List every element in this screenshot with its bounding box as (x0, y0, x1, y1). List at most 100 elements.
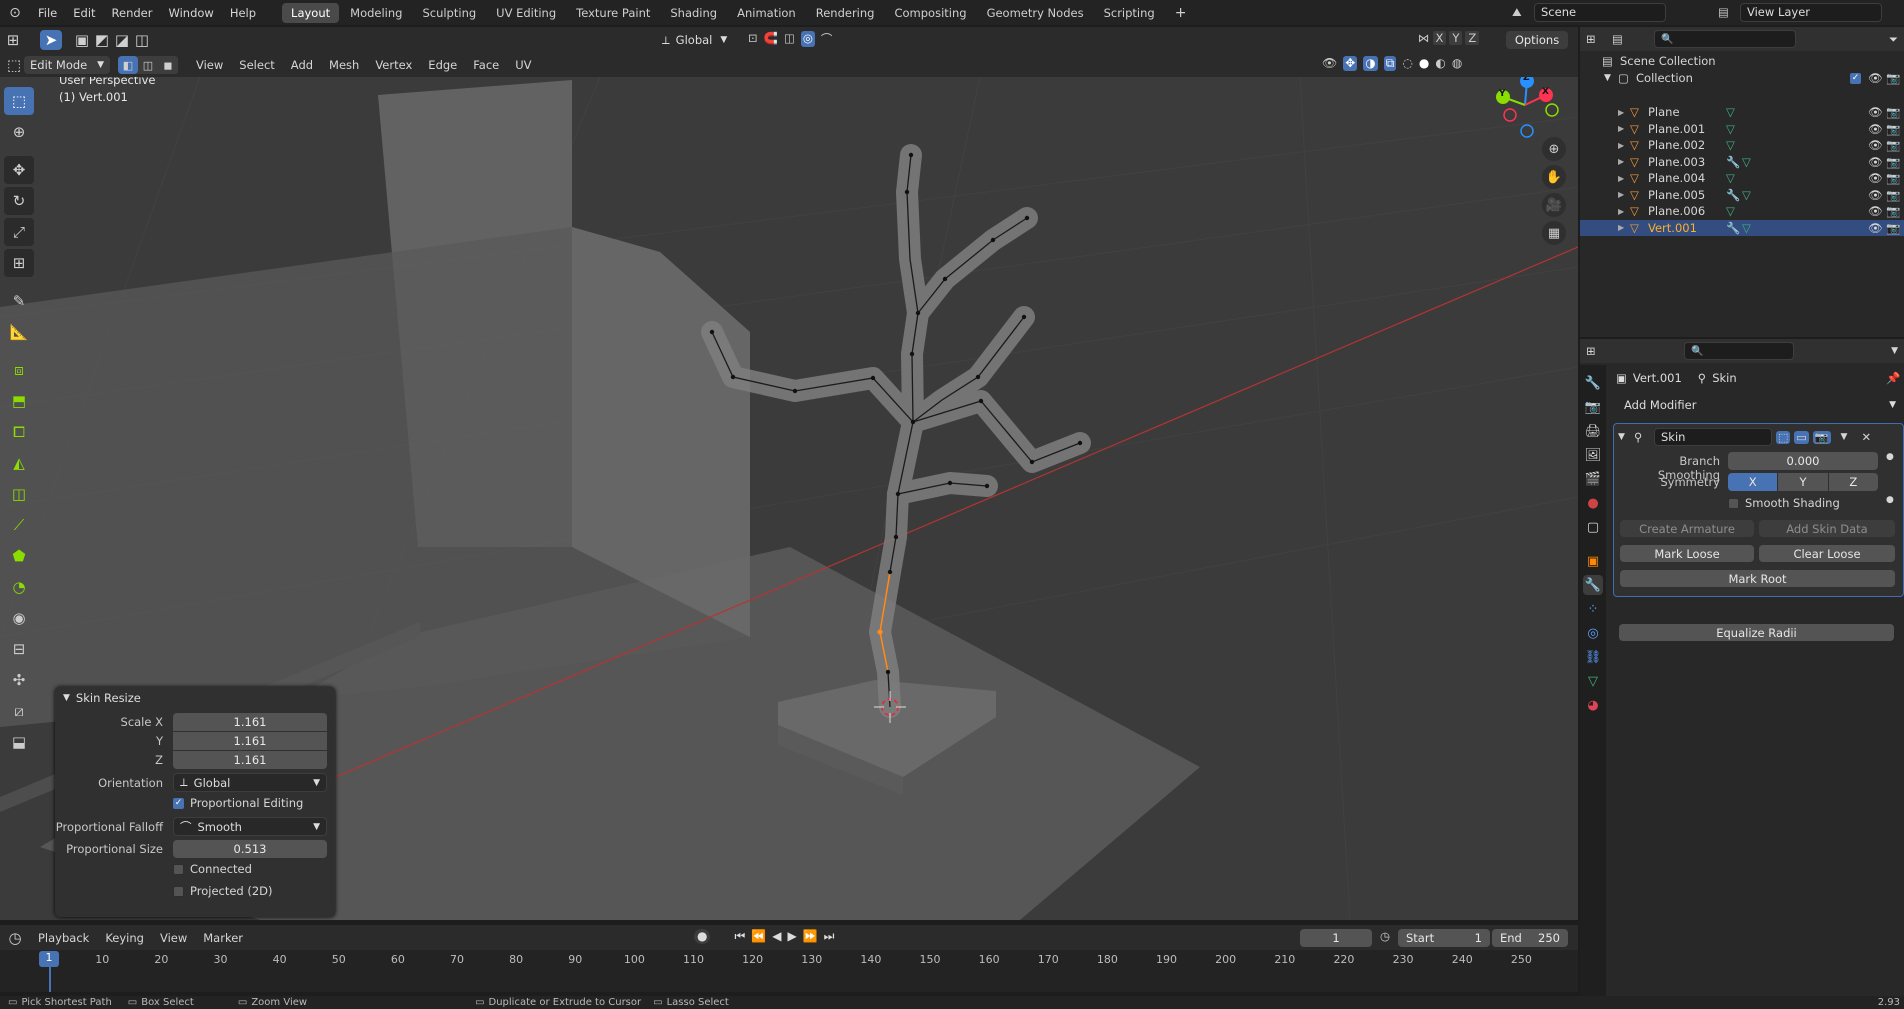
collection-tab-icon[interactable]: ▢ (1583, 517, 1603, 537)
camera-view-icon[interactable]: 🎥 (1542, 193, 1566, 217)
proportional-editing-checkbox[interactable]: ✓ Proportional Editing (173, 796, 303, 810)
navigation-gizmo[interactable]: Z Y X (1490, 77, 1560, 145)
menu-window[interactable]: Window (160, 6, 221, 20)
material-tab-icon[interactable]: ◕ (1583, 695, 1603, 715)
select-mode-new-icon[interactable]: ▣ (72, 27, 92, 53)
play-icon[interactable]: ▶ (787, 929, 796, 944)
menu-face[interactable]: Face (465, 58, 507, 72)
menu-vertex[interactable]: Vertex (367, 58, 420, 72)
rip-tool-icon[interactable]: ⬓ (4, 728, 34, 756)
proportional-edit-icon[interactable]: ◎ (800, 31, 815, 47)
equalize-radii-button[interactable]: Equalize Radii (1619, 624, 1894, 641)
scale-tool-icon[interactable]: ⤢ (4, 218, 34, 246)
mark-root-button[interactable]: Mark Root (1620, 570, 1895, 587)
editor-type-icon[interactable]: ⊞ (1586, 344, 1612, 358)
orientation-dropdown[interactable]: ⟂ Global ▼ (173, 773, 327, 792)
measure-tool-icon[interactable]: 📐 (4, 318, 34, 346)
physics-tab-icon[interactable]: ◎ (1583, 623, 1603, 643)
close-icon[interactable]: ✕ (1861, 430, 1871, 444)
mesh-data-icon[interactable]: ▽ (1742, 188, 1758, 202)
menu-edge[interactable]: Edge (420, 58, 465, 72)
particles-tab-icon[interactable]: ⁘ (1583, 599, 1603, 619)
camera-icon[interactable]: 📷 (1886, 138, 1900, 152)
visibility-icon[interactable]: 👁 (1322, 56, 1337, 71)
render-tab-icon[interactable]: 📷 (1583, 397, 1603, 417)
jump-end-icon[interactable]: ⏭ (824, 929, 835, 944)
chevron-down-icon[interactable]: ▼ (1618, 432, 1630, 442)
menu-keying[interactable]: Keying (97, 931, 152, 945)
jump-start-icon[interactable]: ⏮ (734, 929, 745, 944)
outliner-item[interactable]: ▶ ▽ Plane.002 ▽ 👁 📷 (1580, 137, 1904, 153)
mesh-data-icon[interactable]: ▽ (1726, 105, 1742, 119)
prev-keyframe-icon[interactable]: ⏪ (751, 929, 766, 944)
menu-render[interactable]: Render (104, 6, 161, 20)
connected-checkbox[interactable]: Connected (173, 862, 252, 876)
constraints-tab-icon[interactable]: ⛓ (1583, 647, 1603, 667)
mesh-data-icon[interactable]: ▽ (1742, 221, 1758, 235)
select-box-tool-icon[interactable]: ⬚ (4, 87, 34, 115)
symmetry-y-toggle[interactable]: Y (1778, 473, 1828, 491)
tab-sculpting[interactable]: Sculpting (413, 3, 485, 23)
material-shading-icon[interactable]: ◐ (1435, 56, 1445, 71)
display-mode-icon[interactable]: ▤ (1612, 32, 1642, 46)
wireframe-shading-icon[interactable]: ◌ (1402, 56, 1412, 71)
scene-field[interactable]: Scene (1534, 2, 1666, 22)
create-armature-button[interactable]: Create Armature (1620, 520, 1754, 537)
chevron-right-icon[interactable]: ▶ (1618, 124, 1630, 133)
menu-view[interactable]: View (188, 58, 231, 72)
loop-cut-tool-icon[interactable]: ◫ (4, 480, 34, 508)
viewport-toggle-icon[interactable]: ▭ (1794, 430, 1809, 444)
symmetry-z-toggle[interactable]: Z (1828, 473, 1878, 491)
pin-icon[interactable]: 📌 (1886, 371, 1900, 385)
tab-compositing[interactable]: Compositing (885, 3, 975, 23)
falloff-dropdown[interactable]: ⌒ Smooth ▼ (173, 817, 327, 836)
menu-file[interactable]: File (30, 6, 65, 20)
camera-icon[interactable]: 📷 (1886, 188, 1900, 202)
eye-icon[interactable]: 👁 (1868, 122, 1883, 136)
chevron-right-icon[interactable]: ▶ (1618, 223, 1630, 232)
inset-tool-icon[interactable]: ⧠ (4, 418, 34, 446)
solid-shading-icon[interactable]: ● (1419, 56, 1429, 71)
eye-icon[interactable]: 👁 (1868, 171, 1883, 185)
mesh-data-icon[interactable]: ▽ (1726, 171, 1742, 185)
mesh-data-icon[interactable]: ▽ (1726, 122, 1742, 136)
axis-x-toggle[interactable]: X (1432, 31, 1447, 45)
outliner-item[interactable]: ▶ ▽ Plane.006 ▽ 👁 📷 (1580, 203, 1904, 219)
tab-rendering[interactable]: Rendering (807, 3, 884, 23)
annotate-tool-icon[interactable]: ✎ (4, 287, 34, 315)
menu-select[interactable]: Select (231, 58, 282, 72)
edit-mode-toggle-icon[interactable]: ⬚ (1776, 430, 1791, 444)
blender-logo-icon[interactable]: ⊙ (0, 2, 30, 24)
chevron-down-icon[interactable]: ▼ (1891, 346, 1898, 356)
view-layer-selector[interactable]: ▤ View Layer (1718, 2, 1902, 22)
chevron-right-icon[interactable]: ▶ (1618, 190, 1630, 199)
rendered-shading-icon[interactable]: ◍ (1452, 56, 1462, 71)
rotate-tool-icon[interactable]: ↻ (4, 187, 34, 215)
tab-animation[interactable]: Animation (728, 3, 805, 23)
options-dropdown[interactable]: Options (1506, 31, 1568, 49)
mesh-data-icon[interactable]: ▽ (1742, 155, 1758, 169)
xray-icon[interactable]: ⧉ (1383, 56, 1397, 71)
clock-icon[interactable]: ◷ (0, 925, 30, 951)
scale-z-field[interactable]: 1.161 (173, 751, 327, 769)
modifier-tab-icon[interactable]: 🔧 (1583, 575, 1603, 595)
pivot-point-icon[interactable]: ⊡ (748, 31, 758, 47)
projected-checkbox[interactable]: Projected (2D) (173, 884, 273, 898)
object-tab-icon[interactable]: ▣ (1583, 551, 1603, 571)
eye-icon[interactable]: 👁 (1868, 221, 1883, 235)
knife-tool-icon[interactable]: ⟋ (4, 511, 34, 539)
mesh-data-icon[interactable]: ▽ (1726, 204, 1742, 218)
smooth-tool-icon[interactable]: ◉ (4, 604, 34, 632)
data-tab-icon[interactable]: ▽ (1583, 671, 1603, 691)
ortho-toggle-icon[interactable]: ▦ (1542, 221, 1566, 245)
preview-range-icon[interactable]: ◷ (1380, 929, 1390, 943)
menu-help[interactable]: Help (222, 6, 264, 20)
render-toggle-icon[interactable]: 📷 (1812, 430, 1831, 444)
chevron-right-icon[interactable]: ▶ (1618, 207, 1630, 216)
edge-select-icon[interactable]: ◫ (138, 56, 158, 74)
shrink-fatten-tool-icon[interactable]: ✣ (4, 666, 34, 694)
select-tool-icon[interactable]: ➤ (40, 30, 62, 50)
outliner-item[interactable]: ▶ ▽ Plane.001 ▽ 👁 📷 (1580, 121, 1904, 137)
chevron-right-icon[interactable]: ▶ (1618, 174, 1630, 183)
add-workspace-icon[interactable]: + (1166, 2, 1196, 24)
